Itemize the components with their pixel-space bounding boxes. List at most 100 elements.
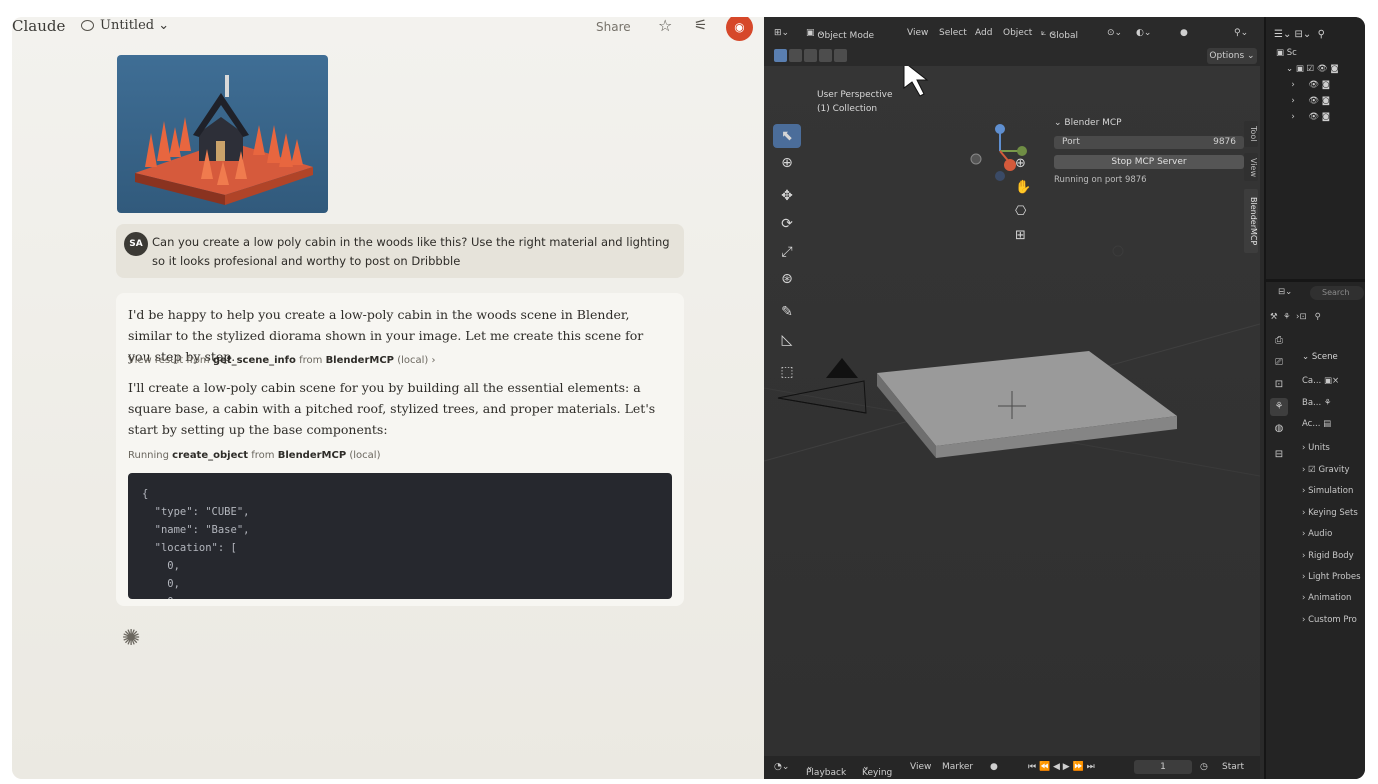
loading-spinner-icon: ✺ [122, 626, 141, 651]
add-cube-tool-icon[interactable]: ⬚ [773, 360, 801, 384]
options-dropdown[interactable]: Options ⌄ [1207, 48, 1257, 64]
3d-viewport[interactable]: User Perspective (1) Collection ⊕ ✋ ⎔ ⊞ … [764, 66, 1260, 756]
outliner-scene-row[interactable]: ▣ Sc [1276, 48, 1297, 60]
user-message-bubble: SA Can you create a low poly cabin in th… [116, 224, 684, 278]
tab-view[interactable]: View [1244, 153, 1258, 181]
assistant-reply: I'd be happy to help you create a low-po… [116, 293, 684, 606]
outliner-row-4[interactable]: › 👁 ◙ [1286, 112, 1330, 124]
sliders-icon[interactable]: ⚟ [694, 17, 707, 34]
annotate-tool-icon[interactable]: ✎ [773, 300, 801, 324]
code-block: { "type": "CUBE", "name": "Base", "locat… [128, 473, 672, 599]
blender-window: ⊞⌄ ▣ Object Mode ⌄ View Select Add Objec… [764, 17, 1365, 779]
section-animation[interactable]: › Animation [1302, 593, 1351, 603]
mode-dropdown[interactable]: ▣ Object Mode ⌄ [806, 28, 874, 41]
scene-active-clip-field[interactable]: Ac... ▤ [1302, 419, 1331, 429]
cabin-illustration [135, 75, 313, 205]
share-button[interactable]: Share [596, 20, 631, 34]
select-tool-icon[interactable]: ⬉ [773, 124, 801, 148]
star-icon[interactable]: ☆ [658, 17, 672, 35]
scene-section-header[interactable]: ⌄ Scene [1302, 352, 1338, 362]
claude-logo[interactable]: Claude [12, 17, 65, 35]
outliner-header-icons[interactable]: ☰⌄ ⊟⌄ ⚲ [1274, 29, 1325, 40]
record-icon[interactable]: ◉ [726, 17, 753, 41]
output-tab-icon[interactable]: ⎚ [1270, 354, 1288, 372]
user-message-text: Can you create a low poly cabin in the w… [152, 235, 670, 268]
mcp-status-text: Running on port 9876 [1054, 175, 1147, 185]
scale-tool-icon[interactable]: ⤢ [773, 240, 801, 264]
properties-header-icons[interactable]: ⚒ ⚘ ›⊡ ⚲ [1270, 312, 1321, 322]
grid-icon[interactable]: ⊞ [1015, 228, 1026, 243]
tool-result-get-scene-info[interactable]: View result from get_scene_info from Ble… [128, 355, 436, 366]
move-tool-icon[interactable]: ✥ [773, 184, 801, 208]
section-simulation[interactable]: › Simulation [1302, 486, 1353, 496]
menu-add[interactable]: Add [975, 28, 992, 38]
tool-running-create-object[interactable]: Running create_object from BlenderMCP (l… [128, 450, 380, 461]
timeline-keying-menu[interactable]: Keying ⌄ [862, 762, 892, 778]
playback-controls[interactable]: ⏮ ⏪ ◀ ▶ ⏩ ⏭ [1028, 762, 1095, 772]
camera-view-icon[interactable]: ⎔ [1015, 204, 1026, 219]
record-keyframe-icon[interactable]: ● [990, 762, 998, 772]
select-extend-icon[interactable] [789, 49, 802, 62]
timeline-editor-icon[interactable]: ◔⌄ [774, 762, 789, 772]
select-invert-icon[interactable] [819, 49, 832, 62]
select-intersect-icon[interactable] [834, 49, 847, 62]
zoom-icon[interactable]: ⊕ [1015, 156, 1026, 171]
timeline-marker-menu[interactable]: Marker [942, 762, 973, 772]
chevron-down-icon: ⌄ [158, 18, 170, 33]
select-new-icon[interactable] [774, 49, 787, 62]
section-gravity[interactable]: › ☑ Gravity [1302, 465, 1349, 475]
section-rigid-body[interactable]: › Rigid Body [1302, 551, 1354, 561]
timeline-playback-menu[interactable]: Playback ⌄ [806, 762, 846, 778]
measure-tool-icon[interactable]: ◺ [773, 328, 801, 352]
proportional-edit-icon[interactable]: ● [1180, 28, 1188, 38]
hand-icon[interactable]: ✋ [1015, 180, 1031, 195]
view-layer-tab-icon[interactable]: ⊡ [1270, 376, 1288, 394]
transform-orientation-dropdown[interactable]: ⟀ Global ⌄ [1041, 28, 1078, 41]
pivot-icon[interactable]: ⊙⌄ [1107, 28, 1122, 38]
menu-select[interactable]: Select [939, 28, 967, 38]
outliner-row-1[interactable]: ⌄ ▣ ☑ 👁 ◙ [1286, 64, 1339, 76]
rotate-tool-icon[interactable]: ⟳ [773, 212, 801, 236]
camera-object[interactable] [777, 380, 867, 414]
section-keying-sets[interactable]: › Keying Sets [1302, 508, 1358, 518]
section-units[interactable]: › Units [1302, 443, 1330, 453]
scene-background-field[interactable]: Ba... ⚘ [1302, 398, 1331, 408]
blender-mcp-panel: ⌄ Blender MCP Port 9876 Stop MCP Server … [1054, 118, 1244, 185]
timeline-view-menu[interactable]: View [910, 762, 931, 772]
overlay-icon[interactable]: ⚲⌄ [1234, 28, 1248, 38]
collection-tab-icon[interactable]: ⊟ [1270, 446, 1288, 464]
viewport-perspective-label: User Perspective [817, 90, 893, 100]
scene-tab-icon[interactable]: ⚘ [1270, 398, 1288, 416]
current-frame-field[interactable]: 1 [1134, 760, 1192, 774]
select-mode-buttons [774, 49, 847, 63]
transform-tool-icon[interactable]: ⊛ [773, 267, 801, 291]
tab-tool[interactable]: Tool [1244, 121, 1258, 147]
navigation-gizmo[interactable] [964, 121, 1044, 201]
chat-title-dropdown[interactable]: Untitled ⌄ [100, 18, 169, 33]
port-field[interactable]: Port 9876 [1054, 136, 1244, 149]
scene-camera-field[interactable]: Ca... ▣× [1302, 376, 1339, 386]
menu-view[interactable]: View [907, 28, 928, 38]
section-light-probes[interactable]: › Light Probes [1302, 572, 1361, 582]
world-tab-icon[interactable]: ◍ [1270, 420, 1288, 438]
editor-type-icon[interactable]: ⊞⌄ [774, 28, 789, 38]
snap-icon[interactable]: ◐⌄ [1136, 28, 1151, 38]
section-custom-properties[interactable]: › Custom Pro [1302, 615, 1357, 625]
claude-top-bar: Claude Untitled ⌄ Share ☆ ⚟ ◉ [12, 17, 764, 41]
chat-title: Untitled [100, 18, 155, 33]
timeline-start-label[interactable]: Start [1222, 762, 1244, 772]
outliner-row-3[interactable]: › 👁 ◙ [1286, 96, 1330, 108]
stop-mcp-server-button[interactable]: Stop MCP Server [1054, 155, 1244, 169]
outliner-row-2[interactable]: › 👁 ◙ [1286, 80, 1330, 92]
mouse-cursor [903, 66, 929, 97]
select-subtract-icon[interactable] [804, 49, 817, 62]
mcp-panel-title[interactable]: ⌄ Blender MCP [1054, 118, 1244, 128]
properties-search[interactable]: Search [1310, 286, 1364, 300]
cursor-tool-icon[interactable]: ⊕ [773, 151, 801, 175]
section-audio[interactable]: › Audio [1302, 529, 1332, 539]
menu-object[interactable]: Object [1003, 28, 1032, 38]
sidebar-tabs: Tool View BlenderMCP [1244, 115, 1260, 295]
properties-editor-icon[interactable]: ⊟⌄ [1278, 287, 1292, 297]
tab-blendermcp[interactable]: BlenderMCP [1244, 189, 1258, 253]
render-tab-icon[interactable]: ⎙ [1270, 332, 1288, 350]
